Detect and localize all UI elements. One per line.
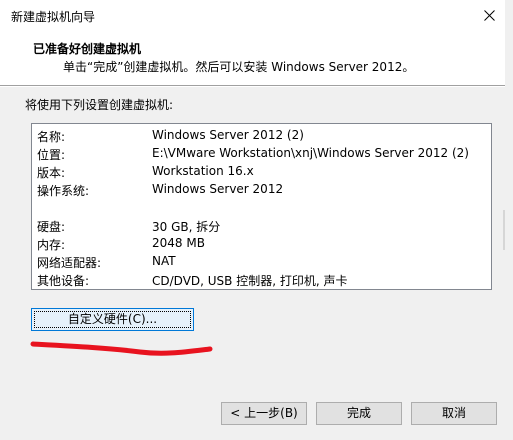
summary-value: Workstation 16.x (152, 164, 254, 178)
title-bar: 新建虚拟机向导 (0, 0, 505, 31)
window-title: 新建虚拟机向导 (11, 10, 96, 24)
summary-row-name: 名称: Windows Server 2012 (2) (37, 127, 487, 145)
summary-key: 硬盘: (37, 220, 66, 234)
header-divider-highlight (0, 86, 505, 87)
summary-row-os: 操作系统: Windows Server 2012 (37, 181, 487, 199)
summary-value: NAT (152, 254, 176, 268)
wizard-header: 已准备好创建虚拟机 单击“完成”创建虚拟机。然后可以安装 Windows Ser… (0, 31, 505, 85)
settings-summary-list[interactable]: 名称: Windows Server 2012 (2) 位置: E:\VMwar… (31, 123, 492, 290)
customize-hardware-button[interactable]: 自定义硬件(C)... (31, 308, 194, 331)
summary-value: CD/DVD, USB 控制器, 打印机, 声卡 (152, 274, 348, 288)
summary-row-network: 网络适配器: NAT (37, 253, 487, 271)
summary-key: 操作系统: (37, 184, 90, 198)
summary-key: 版本: (37, 166, 66, 180)
resize-edge (503, 210, 505, 250)
summary-value: Windows Server 2012 (2) (152, 128, 304, 142)
summary-key: 名称: (37, 130, 66, 144)
new-vm-wizard-window: 新建虚拟机向导 已准备好创建虚拟机 单击“完成”创建虚拟机。然后可以安装 Win… (0, 0, 505, 440)
back-button-label: < 上一步(B) (230, 406, 298, 420)
summary-row-disk: 硬盘: 30 GB, 拆分 (37, 217, 487, 235)
close-icon (484, 10, 495, 21)
summary-key: 位置: (37, 148, 66, 162)
finish-button[interactable]: 完成 (316, 402, 402, 425)
summary-key: 内存: (37, 238, 66, 252)
summary-row-memory: 内存: 2048 MB (37, 235, 487, 253)
red-annotation-scribble (30, 341, 213, 356)
cancel-button-label: 取消 (441, 406, 466, 420)
page-subtitle: 单击“完成”创建虚拟机。然后可以安装 Windows Server 2012。 (63, 60, 415, 74)
summary-row-location: 位置: E:\VMware Workstation\xnj\Windows Se… (37, 145, 487, 163)
finish-button-label: 完成 (346, 406, 371, 420)
summary-row-version: 版本: Workstation 16.x (37, 163, 487, 181)
summary-value: 2048 MB (152, 236, 205, 250)
cancel-button[interactable]: 取消 (411, 402, 497, 425)
summary-key: 其他设备: (37, 274, 90, 288)
summary-value: E:\VMware Workstation\xnj\Windows Server… (152, 146, 469, 160)
settings-prompt: 将使用下列设置创建虚拟机: (25, 98, 174, 112)
summary-value: 30 GB, 拆分 (152, 220, 221, 234)
summary-row-other-devices: 其他设备: CD/DVD, USB 控制器, 打印机, 声卡 (37, 271, 487, 289)
back-button[interactable]: < 上一步(B) (221, 402, 307, 425)
summary-key: 网络适配器: (37, 256, 102, 270)
page-title: 已准备好创建虚拟机 (33, 42, 142, 56)
close-button[interactable] (474, 0, 505, 31)
summary-value: Windows Server 2012 (152, 182, 284, 196)
focus-rectangle (34, 311, 191, 328)
